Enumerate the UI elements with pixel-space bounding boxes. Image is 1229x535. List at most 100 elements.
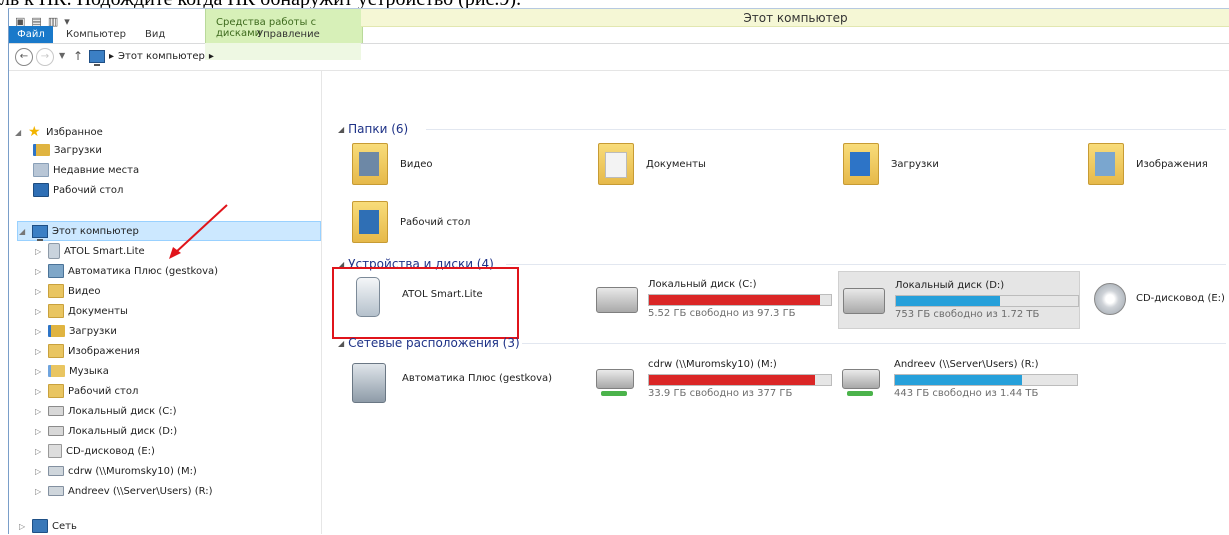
breadcrumb-chevron-icon[interactable]: ▸ [209,51,214,62]
nav-item-automation[interactable]: ▷ Автоматика Плюс (gestkova) [35,262,218,280]
nav-item-recent[interactable]: Недавние места [33,161,139,179]
expand-arrow-icon[interactable]: ▷ [35,247,44,256]
nav-item-downloads-pc[interactable]: ▷ Загрузки [35,322,117,340]
nav-item-desktop[interactable]: Рабочий стол [33,181,123,199]
group-header-network[interactable]: ◢ Сетевые расположения (3) [338,335,520,351]
nav-item-downloads[interactable]: Загрузки [33,141,102,159]
folder-tile-video[interactable]: Видео [352,143,433,185]
tab-manage[interactable]: Управление [257,26,320,43]
usage-bar [648,374,832,386]
nav-item-video[interactable]: ▷ Видео [35,282,101,300]
collapse-arrow-icon[interactable]: ◢ [338,125,344,134]
documents-folder-icon [48,304,64,318]
network-drive-tile-r[interactable]: Andreev (\\Server\Users) (R:) 443 ГБ сво… [842,357,1082,405]
nav-label: Загрузки [69,325,117,337]
expand-arrow-icon[interactable]: ▷ [35,327,44,336]
tile-label: Загрузки [891,158,939,170]
drive-free-space: 33.9 ГБ свободно из 377 ГБ [648,388,793,399]
nav-item-drive-r[interactable]: ▷ Andreev (\\Server\Users) (R:) [35,482,213,500]
expand-arrow-icon[interactable]: ▷ [35,307,44,316]
drive-name: CD-дисковод (E:) [1136,293,1225,304]
network-drive-icon [48,466,64,476]
breadcrumb-item[interactable]: Этот компьютер [118,51,205,62]
drive-tile-c[interactable]: Локальный диск (C:) 5.52 ГБ свободно из … [596,277,836,325]
nav-item-atol[interactable]: ▷ ATOL Smart.Lite [35,242,145,260]
expand-arrow-icon[interactable]: ▷ [19,522,28,531]
nav-label: Изображения [68,345,140,357]
nav-label: Сеть [52,520,77,532]
expand-arrow-icon[interactable]: ▷ [35,367,44,376]
tab-computer[interactable]: Компьютер [66,26,126,43]
folder-tile-desktop[interactable]: Рабочий стол [352,201,470,243]
expand-arrow-icon[interactable]: ▷ [35,487,44,496]
tab-view[interactable]: Вид [145,26,165,43]
drive-name: Andreev (\\Server\Users) (R:) [894,359,1039,370]
folder-tile-downloads[interactable]: Загрузки [843,143,939,185]
folder-tile-documents[interactable]: Документы [598,143,706,185]
music-folder-icon [48,365,65,377]
recent-places-icon [33,163,49,177]
forward-button[interactable]: → [36,48,54,66]
nav-label: Рабочий стол [68,385,139,397]
network-drive-icon [596,369,634,396]
expand-arrow-icon[interactable]: ▷ [35,287,44,296]
drive-free-space: 5.52 ГБ свободно из 97.3 ГБ [648,308,796,319]
breadcrumb[interactable]: ▸ Этот компьютер ▸ [89,48,214,66]
content-area: ◢ Папки (6) Видео Документы Загрузки Изо… [322,71,1229,534]
nav-item-cd-e[interactable]: ▷ CD-дисковод (E:) [35,442,155,460]
collapse-arrow-icon[interactable]: ◢ [15,128,24,137]
nav-item-documents[interactable]: ▷ Документы [35,302,128,320]
title-bar: ▣ ▤ ▥ ▾ Средства работы с дисками Этот к… [9,9,1229,60]
up-button[interactable]: ↑ [73,49,83,63]
nav-item-drive-d[interactable]: ▷ Локальный диск (D:) [35,422,177,440]
expand-arrow-icon[interactable]: ▷ [35,447,44,456]
recent-locations-chevron-icon[interactable]: ▼ [59,51,65,60]
drive-tile-e[interactable]: CD-дисковод (E:) [1094,277,1229,325]
back-button[interactable]: ← [15,48,33,66]
drive-icon [48,406,64,416]
ribbon-tabs: Файл Компьютер Вид Управление [9,26,1229,60]
collapse-arrow-icon[interactable]: ◢ [338,339,344,348]
drive-icon [843,288,885,314]
drive-tile-d[interactable]: Локальный диск (D:) 753 ГБ свободно из 1… [838,271,1080,329]
network-location-icon [352,363,386,403]
collapse-arrow-icon[interactable]: ◢ [19,227,28,236]
nav-label: Рабочий стол [53,184,124,196]
expand-arrow-icon[interactable]: ▷ [35,267,44,276]
expand-arrow-icon[interactable]: ▷ [35,467,44,476]
tab-file[interactable]: Файл [9,26,53,43]
expand-arrow-icon[interactable]: ▷ [35,407,44,416]
video-folder-icon [48,284,64,298]
nav-this-pc[interactable]: ◢ Этот компьютер [19,222,139,241]
expand-arrow-icon[interactable]: ▷ [35,347,44,356]
expand-arrow-icon[interactable]: ▷ [35,427,44,436]
nav-label: ATOL Smart.Lite [64,245,145,257]
nav-network[interactable]: ▷ Сеть [19,517,77,535]
nav-item-music[interactable]: ▷ Музыка [35,362,109,380]
network-drive-icon [842,369,880,396]
nav-label: Документы [68,305,128,317]
usage-bar-fill [649,375,815,385]
cd-drive-icon [48,444,62,458]
nav-item-desktop-pc[interactable]: ▷ Рабочий стол [35,382,138,400]
usage-bar [648,294,832,306]
group-title: Папки (6) [348,122,409,136]
divider [506,264,1226,265]
drive-name: cdrw (\\Muromsky10) (M:) [648,359,777,370]
nav-label: CD-дисковод (E:) [66,445,155,457]
folder-tile-pictures[interactable]: Изображения [1088,143,1208,185]
nav-item-pictures[interactable]: ▷ Изображения [35,342,140,360]
nav-favorites[interactable]: ◢ ★ Избранное [15,123,103,141]
nav-item-drive-m[interactable]: ▷ cdrw (\\Muromsky10) (M:) [35,462,197,480]
pictures-folder-icon [1088,143,1124,185]
cd-drive-icon [1094,283,1126,315]
network-tile-automation[interactable]: Автоматика Плюс (gestkova) [352,359,582,407]
usage-bar-fill [896,296,1000,306]
group-header-folders[interactable]: ◢ Папки (6) [338,121,408,137]
phone-icon [48,243,60,259]
drive-free-space: 753 ГБ свободно из 1.72 ТБ [895,309,1040,320]
network-drive-tile-m[interactable]: cdrw (\\Muromsky10) (M:) 33.9 ГБ свободн… [596,357,836,405]
nav-label: Музыка [69,365,109,377]
nav-item-drive-c[interactable]: ▷ Локальный диск (C:) [35,402,177,420]
expand-arrow-icon[interactable]: ▷ [35,387,44,396]
